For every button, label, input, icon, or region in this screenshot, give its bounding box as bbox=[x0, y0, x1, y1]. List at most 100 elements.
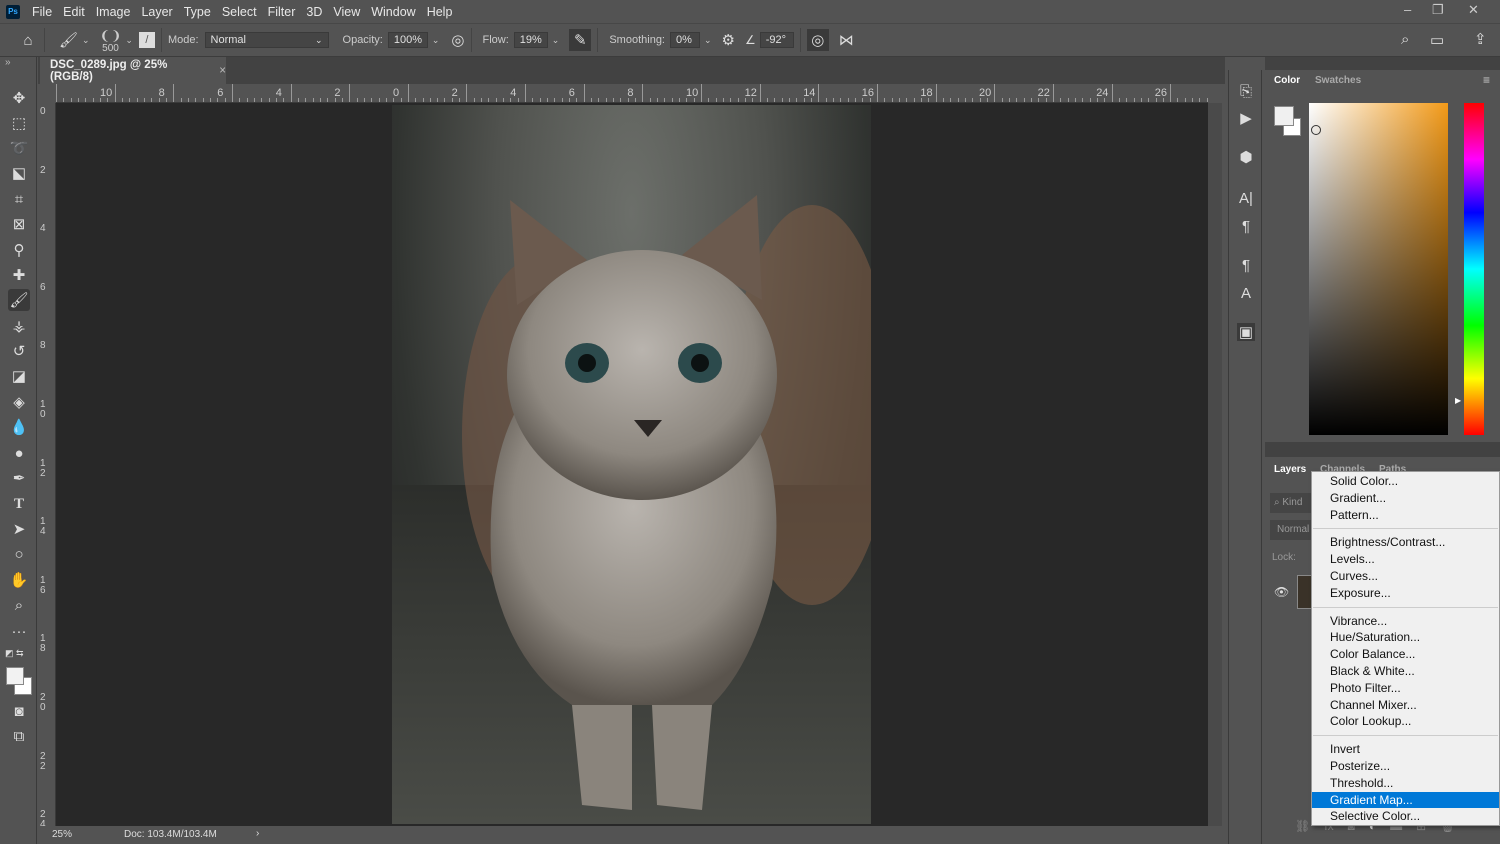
eye-icon[interactable]: 👁 bbox=[1274, 585, 1289, 599]
angle-input[interactable]: -92° bbox=[759, 32, 794, 48]
hand-tool[interactable]: ✋ bbox=[8, 569, 30, 591]
3d-icon[interactable]: ⬢ bbox=[1237, 148, 1255, 166]
menu-item-levels[interactable]: Levels... bbox=[1312, 551, 1499, 568]
quick-mask-icon[interactable]: ◙ bbox=[8, 700, 30, 722]
smoothing-input[interactable]: 0% bbox=[670, 32, 700, 48]
menu-item-hue-saturation[interactable]: Hue/Saturation... bbox=[1312, 629, 1499, 646]
menu-item-black-white[interactable]: Black & White... bbox=[1312, 663, 1499, 680]
pen-tool[interactable]: ✒ bbox=[8, 467, 30, 489]
menu-item-curves[interactable]: Curves... bbox=[1312, 568, 1499, 585]
menu-item-exposure[interactable]: Exposure... bbox=[1312, 585, 1499, 602]
paragraph-icon[interactable]: ¶ bbox=[1237, 217, 1255, 235]
menu-item-threshold[interactable]: Threshold... bbox=[1312, 775, 1499, 792]
airbrush-icon[interactable]: ✎ bbox=[569, 29, 592, 51]
tab-color[interactable]: Color bbox=[1274, 75, 1300, 86]
menu-select[interactable]: Select bbox=[222, 5, 257, 19]
brush-icon[interactable]: 🖌 bbox=[59, 31, 78, 49]
mode-dropdown[interactable]: Normal ⌄ bbox=[204, 32, 329, 48]
color-picker-cursor[interactable] bbox=[1311, 125, 1321, 135]
chevron-down-icon[interactable]: ⌄ bbox=[432, 35, 440, 46]
brush-tool[interactable]: 🖌 bbox=[8, 289, 30, 311]
menu-filter[interactable]: Filter bbox=[268, 5, 296, 19]
close-tab-icon[interactable]: × bbox=[219, 65, 226, 77]
foreground-swatch[interactable] bbox=[1274, 106, 1294, 126]
character-icon[interactable]: A| bbox=[1237, 189, 1255, 207]
swap-colors-icon[interactable]: ◩ ⇆ bbox=[5, 648, 24, 659]
menu-item-photo-filter[interactable]: Photo Filter... bbox=[1312, 680, 1499, 697]
menu-item-color-lookup[interactable]: Color Lookup... bbox=[1312, 713, 1499, 730]
history-brush-tool[interactable]: ↺ bbox=[8, 340, 30, 362]
chevron-down-icon[interactable]: ⌄ bbox=[82, 35, 90, 46]
chevron-down-icon[interactable]: ⌄ bbox=[704, 35, 712, 46]
panel-menu-icon[interactable]: ≡ bbox=[1483, 73, 1490, 87]
menu-item-gradient-map[interactable]: Gradient Map... bbox=[1312, 791, 1499, 809]
search-icon[interactable]: ⌕ bbox=[1401, 31, 1409, 48]
frame-tool[interactable]: ⊠ bbox=[8, 213, 30, 235]
path-selection-tool[interactable]: ➤ bbox=[8, 518, 30, 540]
ellipse-tool[interactable]: ○ bbox=[8, 543, 30, 565]
eyedropper-tool[interactable]: ⚲ bbox=[8, 239, 30, 261]
home-icon[interactable]: ⌂ bbox=[18, 32, 38, 49]
vertical-scrollbar[interactable] bbox=[1208, 103, 1222, 826]
menu-layer[interactable]: Layer bbox=[141, 5, 172, 19]
hue-slider[interactable] bbox=[1464, 103, 1484, 435]
menu-item-posterize[interactable]: Posterize... bbox=[1312, 758, 1499, 775]
symmetry-butterfly-icon[interactable]: ⋈ bbox=[839, 31, 854, 49]
workspace-icon[interactable]: ▭ bbox=[1430, 31, 1444, 49]
menu-item-channel-mixer[interactable]: Channel Mixer... bbox=[1312, 697, 1499, 714]
zoom-tool[interactable]: ⌕ bbox=[8, 594, 30, 616]
minimize-button[interactable]: – bbox=[1404, 2, 1411, 17]
history-icon[interactable]: ⎘ bbox=[1237, 82, 1255, 100]
object-selection-tool[interactable]: ⬕ bbox=[8, 162, 30, 184]
marquee-tool[interactable]: ⬚ bbox=[8, 112, 30, 134]
expand-icon[interactable]: » bbox=[5, 57, 11, 68]
chevron-down-icon[interactable]: ⌄ bbox=[552, 35, 560, 46]
stamp-tool[interactable]: ⚶ bbox=[8, 315, 30, 337]
menu-view[interactable]: View bbox=[333, 5, 360, 19]
tab-layers[interactable]: Layers bbox=[1274, 464, 1306, 475]
menu-item-selective-color[interactable]: Selective Color... bbox=[1312, 808, 1499, 825]
hue-slider-handle[interactable]: ▶ bbox=[1455, 396, 1461, 405]
properties-icon[interactable]: ▣ bbox=[1237, 323, 1255, 341]
blur-tool[interactable]: 💧 bbox=[8, 416, 30, 438]
paragraph-styles-icon[interactable]: ¶ bbox=[1237, 256, 1255, 274]
menu-item-gradient[interactable]: Gradient... bbox=[1312, 490, 1499, 507]
share-icon[interactable]: ⇪ bbox=[1474, 30, 1487, 48]
pressure-opacity-icon[interactable]: ◎ bbox=[451, 31, 464, 49]
saturation-brightness-field[interactable] bbox=[1309, 103, 1448, 435]
move-tool[interactable]: ✥ bbox=[8, 87, 30, 109]
menu-item-brightness-contrast[interactable]: Brightness/Contrast... bbox=[1312, 534, 1499, 551]
chevron-down-icon[interactable]: ⌄ bbox=[125, 35, 133, 46]
menu-help[interactable]: Help bbox=[427, 5, 453, 19]
screen-mode-icon[interactable]: ⧉ bbox=[8, 725, 30, 747]
restore-button[interactable]: ❐ bbox=[1432, 2, 1444, 18]
dodge-tool[interactable]: ● bbox=[8, 442, 30, 464]
crop-tool[interactable]: ⌗ bbox=[8, 188, 30, 210]
menu-type[interactable]: Type bbox=[184, 5, 211, 19]
flow-input[interactable]: 19% bbox=[513, 32, 548, 48]
menu-item-color-balance[interactable]: Color Balance... bbox=[1312, 646, 1499, 663]
foreground-color-swatch[interactable] bbox=[6, 667, 24, 685]
cat-photo[interactable] bbox=[392, 105, 871, 824]
gear-icon[interactable]: ⚙ bbox=[722, 31, 735, 49]
lasso-tool[interactable]: ➰ bbox=[8, 137, 30, 159]
opacity-input[interactable]: 100% bbox=[387, 32, 428, 48]
healing-tool[interactable]: ✚ bbox=[8, 264, 30, 286]
menu-item-solid-color[interactable]: Solid Color... bbox=[1312, 473, 1499, 490]
tab-swatches[interactable]: Swatches bbox=[1315, 75, 1361, 86]
menu-3d[interactable]: 3D bbox=[306, 5, 322, 19]
menu-item-vibrance[interactable]: Vibrance... bbox=[1312, 613, 1499, 630]
menu-file[interactable]: File bbox=[32, 5, 52, 19]
character-styles-icon[interactable]: A bbox=[1237, 284, 1255, 302]
status-menu-arrow[interactable]: › bbox=[256, 828, 259, 839]
menu-window[interactable]: Window bbox=[371, 5, 415, 19]
menu-image[interactable]: Image bbox=[96, 5, 131, 19]
zoom-level[interactable]: 25% bbox=[52, 829, 72, 840]
menu-item-pattern[interactable]: Pattern... bbox=[1312, 507, 1499, 524]
brush-preset-picker[interactable]: ❨❩ 500 bbox=[100, 28, 122, 54]
close-window-button[interactable]: ✕ bbox=[1468, 2, 1479, 18]
menu-edit[interactable]: Edit bbox=[63, 5, 85, 19]
document-tab[interactable]: DSC_0289.jpg @ 25% (RGB/8) × bbox=[40, 57, 226, 84]
more-tools[interactable]: ··· bbox=[8, 620, 30, 642]
brush-settings-icon[interactable]: / bbox=[138, 32, 155, 48]
